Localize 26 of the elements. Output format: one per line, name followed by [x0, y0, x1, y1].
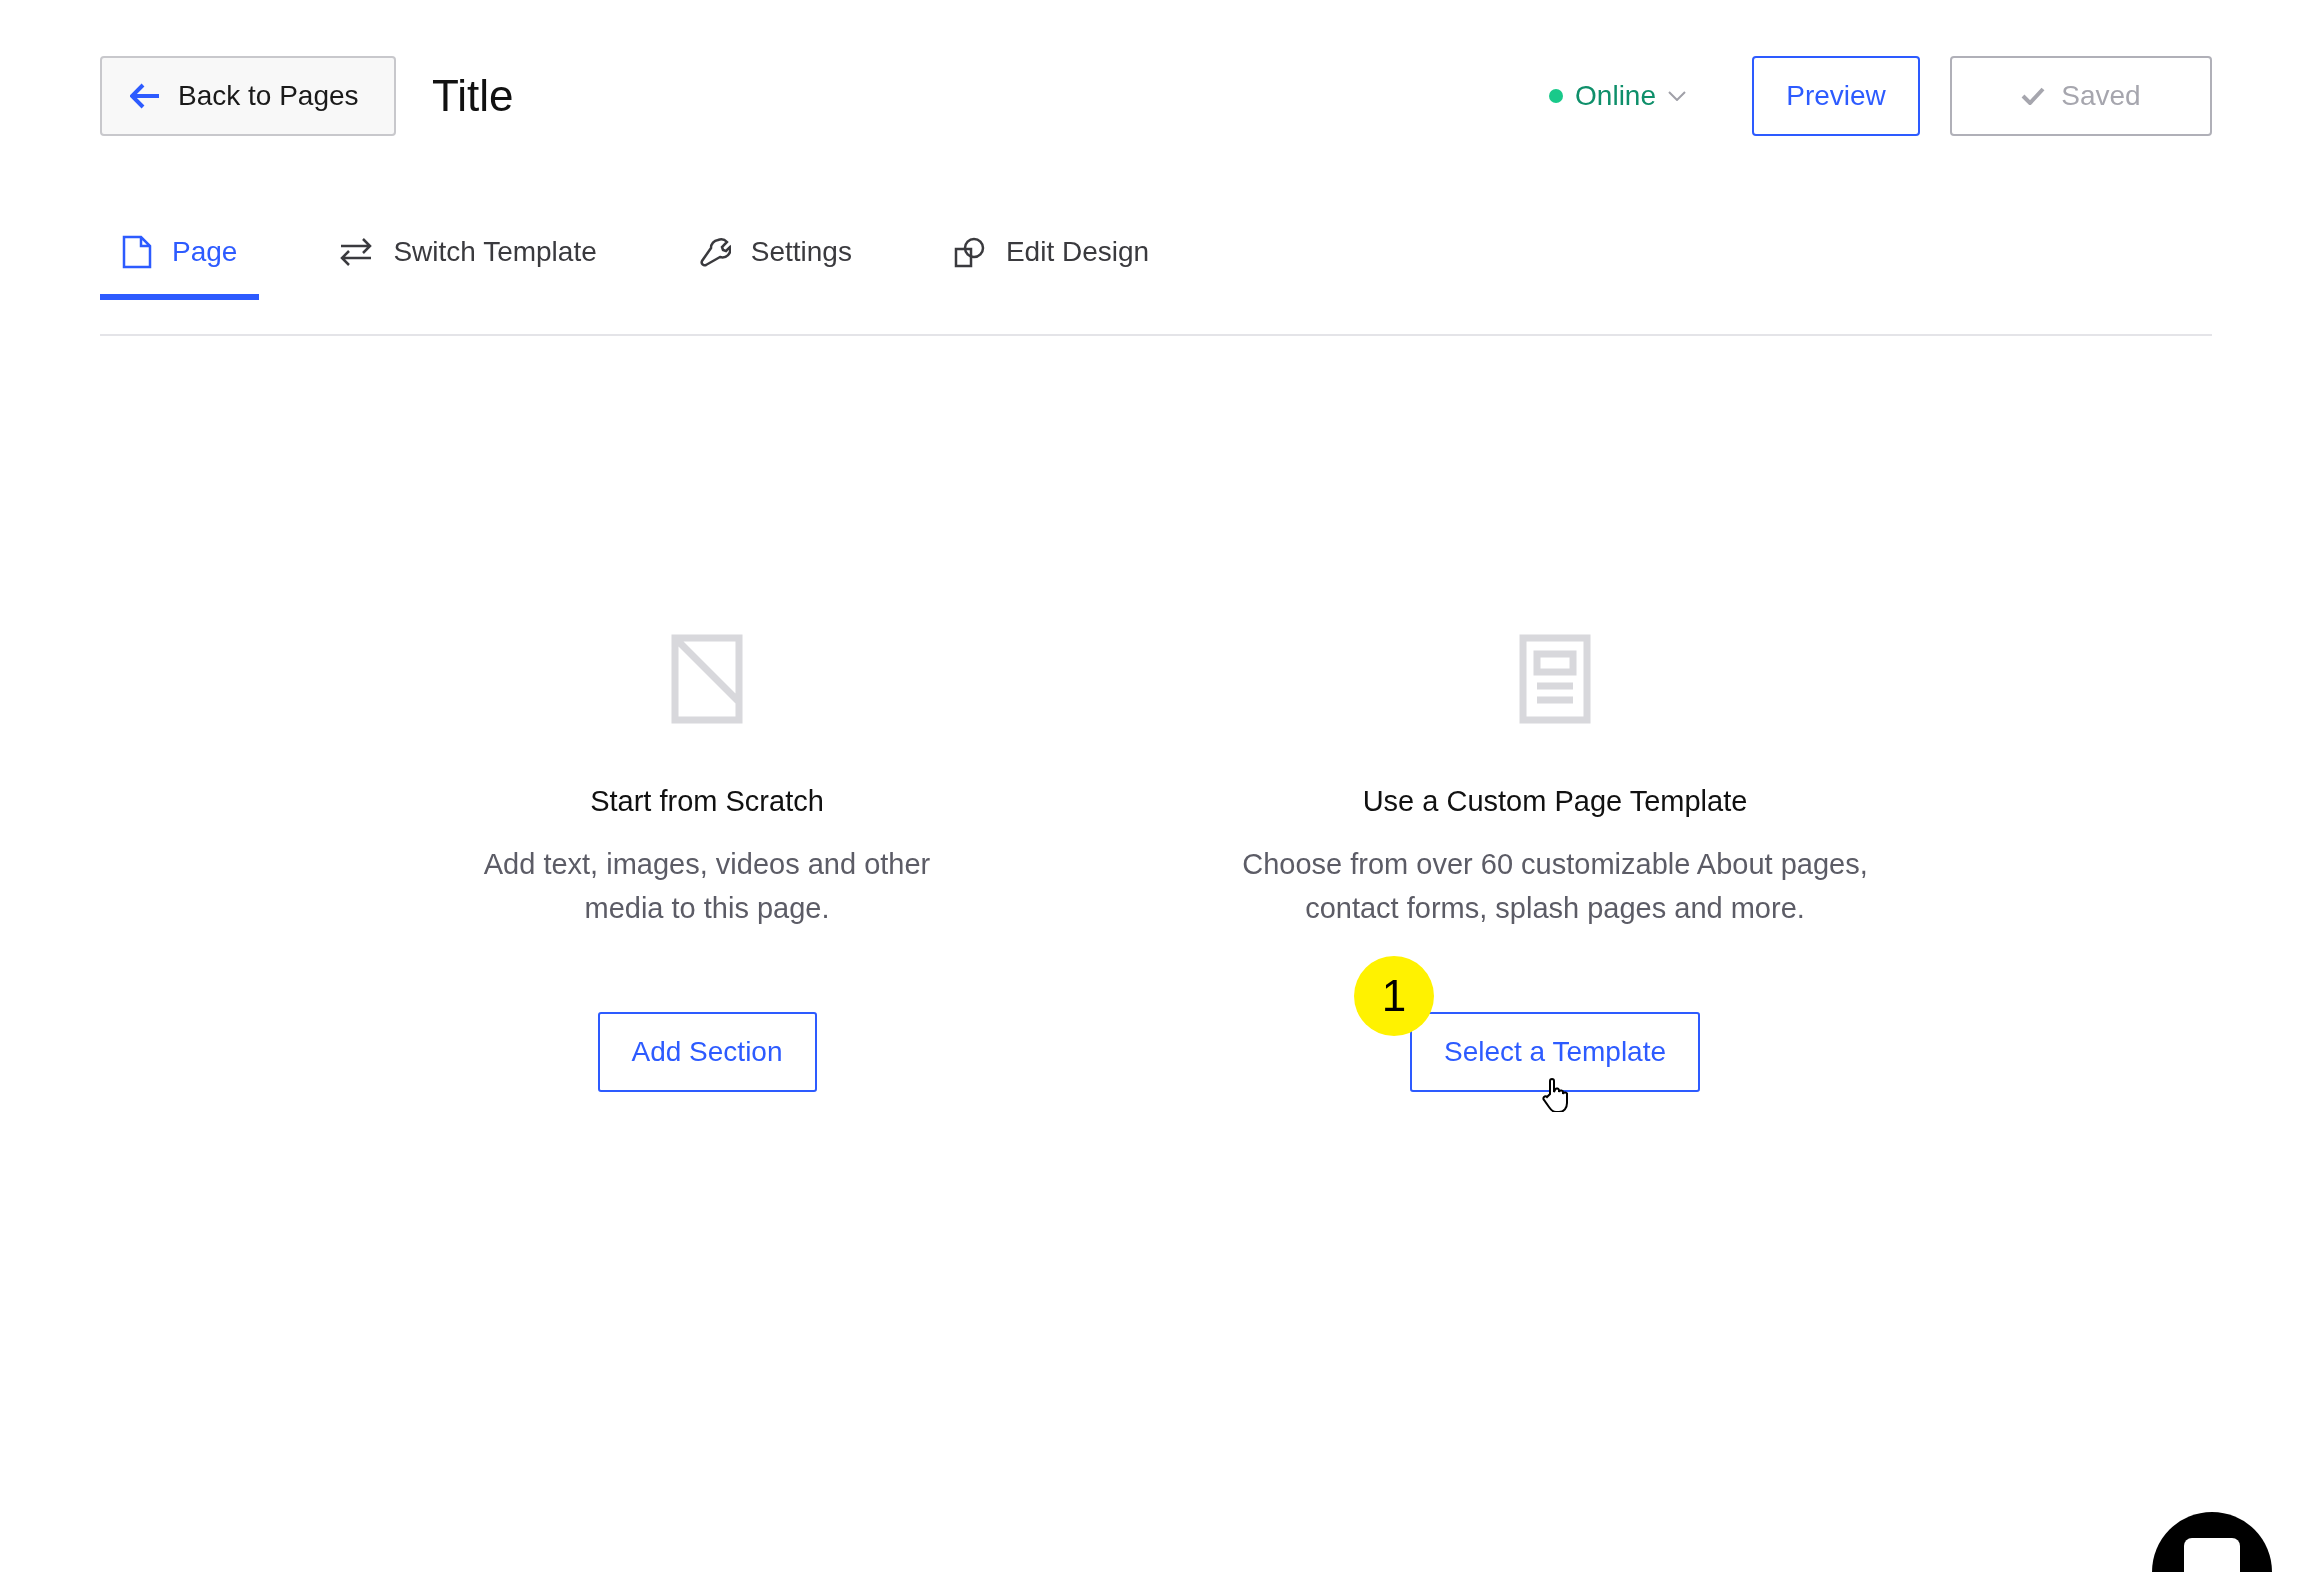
- tab[interactable]: Settings: [676, 210, 874, 300]
- swap-arrows-icon: [339, 237, 374, 267]
- tab[interactable]: Switch Template: [317, 210, 619, 300]
- checkmark-icon: [2021, 87, 2046, 105]
- wrench-icon: [698, 236, 731, 268]
- option-button[interactable]: Add Section: [597, 1011, 817, 1092]
- option-heading: Use a Custom Page Template: [1362, 784, 1748, 819]
- preview-button[interactable]: Preview: [1752, 56, 1920, 136]
- status-dropdown[interactable]: Online: [1549, 75, 1686, 117]
- step-badge: 1: [1353, 955, 1434, 1036]
- arrow-left-icon: [130, 83, 160, 109]
- chevron-down-icon: [1668, 91, 1686, 101]
- hand-cursor-icon: [1541, 1077, 1568, 1112]
- chat-icon: [2184, 1538, 2240, 1572]
- option-heading: Start from Scratch: [590, 784, 824, 819]
- page-title: Title: [432, 70, 514, 122]
- option-description: Choose from over 60 customizable About pages, contact forms, splash pages and more.: [1241, 846, 1869, 926]
- document-icon: [1519, 634, 1591, 724]
- tab[interactable]: Edit Design: [931, 210, 1172, 300]
- option-description: Add text, images, videos and other media to this page.: [482, 846, 932, 926]
- back-button[interactable]: Back to Pages: [100, 56, 396, 136]
- page-icon: [122, 235, 152, 269]
- shapes-icon: [953, 236, 986, 268]
- tab[interactable]: Page: [100, 210, 260, 300]
- option-button[interactable]: Select a Template: [1409, 1011, 1701, 1092]
- blank-page-icon: [671, 634, 743, 724]
